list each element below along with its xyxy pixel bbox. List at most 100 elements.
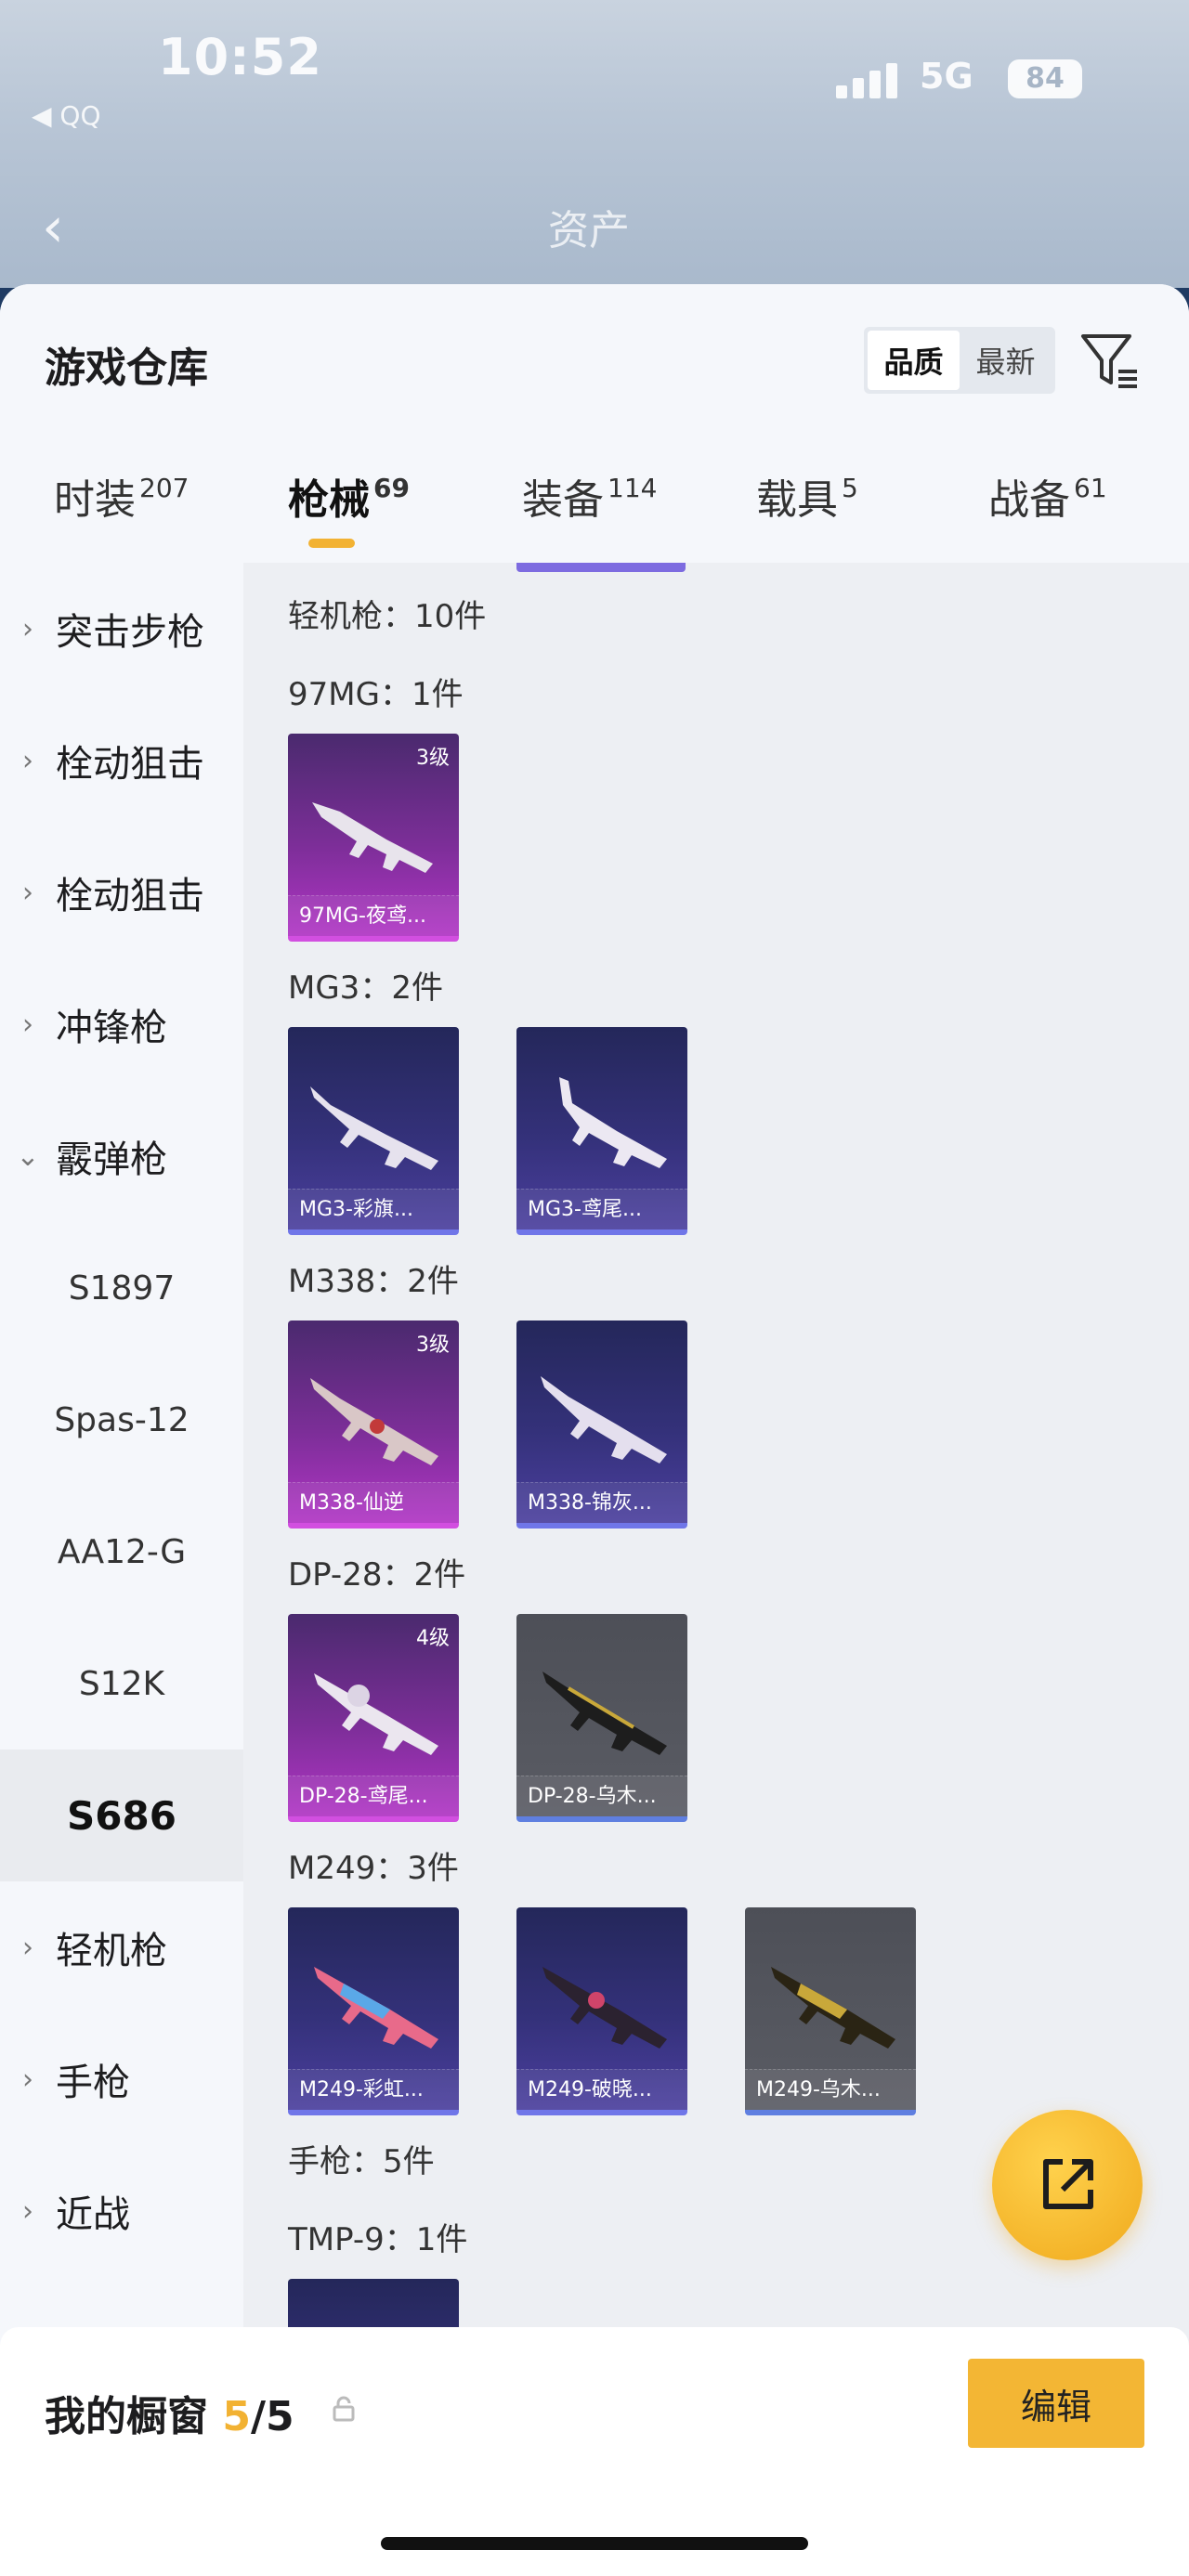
sidebar-sub-aa12g[interactable]: AA12-G [0,1486,243,1618]
sheet-title: 游戏仓库 [45,345,208,392]
back-to-app[interactable]: ◀ QQ [32,100,101,131]
chevron-right-icon: › [22,1008,33,1041]
group-heading: MG3：2件 [288,969,443,1007]
weapon-name: DP-28-鸢尾... [288,1776,459,1816]
showcase-total: /5 [250,2393,294,2440]
showcase-count: 5 [222,2393,251,2440]
chevron-right-icon: › [22,1931,33,1964]
gun-image [542,1967,667,2049]
weapon-name: M338-仙逆 [288,1482,459,1523]
tab-label: 战备 [988,476,1070,524]
weapon-type-sidebar: › 突击步枪 › 栓动狙击 › 栓动狙击 › 冲锋枪 ⌄ 霰弹枪 S1897 Spas-1… [0,563,243,2576]
sidebar-sub-s1897[interactable]: S1897 [0,1222,243,1354]
sidebar-item-smg[interactable]: › 冲锋枪 [0,958,243,1090]
sheet-header: 游戏仓库 品质 最新 时装 207 枪械 69 装备 114 载具 5 战备 61 [0,284,1189,563]
weapon-list[interactable]: 轻机枪：10件 97MG：1件 3级 97MG-夜鸢... MG3：2件 MG3… [243,563,1189,2576]
sidebar-item-label: 栓动狙击 [56,875,204,917]
weapon-name: M249-破晓... [516,2069,687,2110]
weapon-name: M249-乌木... [745,2069,916,2110]
weapon-card[interactable]: DP-28-乌木... [516,1614,687,1822]
active-tab-indicator [308,539,355,548]
level-badge: 3级 [416,1334,450,1357]
sidebar-sub-s686[interactable]: S686 [0,1750,243,1881]
warehouse-sheet: 游戏仓库 品质 最新 时装 207 枪械 69 装备 114 载具 5 战备 61 › 突击… [0,284,1189,2576]
status-area: 10:52 ◀ QQ 5G 84 ‹ 资产 [0,0,1189,288]
home-indicator[interactable] [381,2537,808,2550]
showcase-label: 我的橱窗 [45,2393,208,2440]
group-heading: TMP-9：1件 [288,2221,468,2258]
tab-vehicles[interactable]: 载具 5 [756,466,858,526]
sidebar-item-label: 手枪 [56,2062,130,2104]
group-heading: M249：3件 [288,1850,459,1887]
tab-label: 装备 [522,476,604,524]
chevron-right-icon: › [22,2062,33,2096]
sort-newest[interactable]: 最新 [960,331,1052,390]
gun-image [312,802,433,873]
weapon-card[interactable]: MG3-彩旗... [288,1027,459,1235]
tab-equipment[interactable]: 装备 114 [522,466,657,526]
sidebar-item-label: 近战 [56,2193,130,2236]
tab-firearms[interactable]: 枪械 69 [288,466,410,548]
section-heading: 手枪：5件 [288,2143,435,2180]
sort-quality[interactable]: 品质 [868,331,960,390]
weapon-card[interactable]: M249-乌木... [745,1907,916,2115]
sidebar-item-bolt-sniper[interactable]: › 栓动狙击 [0,695,243,826]
share-button[interactable] [992,2110,1143,2260]
sidebar-sub-s12k[interactable]: S12K [0,1618,243,1750]
sidebar-sub-spas12[interactable]: Spas-12 [0,1354,243,1486]
sidebar-item-assault-rifle[interactable]: › 突击步枪 [0,563,243,695]
tab-label: 枪械 [288,476,370,524]
sidebar-item-shotgun[interactable]: ⌄ 霰弹枪 [0,1090,243,1222]
sidebar-item-lmg[interactable]: › 轻机枪 [0,1881,243,2013]
level-badge: 3级 [416,747,450,770]
weapon-card[interactable]: 4级 DP-28-鸢尾... [288,1614,459,1822]
section-heading: 轻机枪：10件 [288,598,487,635]
tab-count: 5 [842,473,858,503]
tab-count: 69 [373,473,410,503]
tab-fashion[interactable]: 时装 207 [54,466,189,526]
weapon-card[interactable]: MG3-鸢尾... [516,1027,687,1235]
tab-label: 载具 [756,476,838,524]
weapon-name: MG3-鸢尾... [516,1189,687,1229]
lock-icon [333,2396,355,2422]
previous-card-edge [516,563,686,572]
weapon-card[interactable]: M249-破晓... [516,1907,687,2115]
sidebar-item-label: 霰弹枪 [56,1138,167,1181]
tab-gear[interactable]: 战备 61 [988,466,1107,526]
sidebar-item-label: 冲锋枪 [56,1007,167,1049]
filter-icon[interactable] [1078,329,1143,394]
sidebar-item-melee[interactable]: › 近战 [0,2145,243,2277]
page-title: 资产 [548,207,630,254]
signal-icon [836,61,901,98]
gun-image [541,1376,667,1464]
level-badge: 4级 [416,1627,450,1650]
share-icon [1043,2159,1093,2209]
chevron-right-icon: › [22,2194,33,2228]
battery-icon: 84 [1008,59,1082,98]
gun-image [771,1967,895,2049]
gun-image [542,1672,667,1755]
sidebar-item-bolt-sniper-2[interactable]: › 栓动狙击 [0,826,243,958]
chevron-right-icon: › [22,744,33,777]
chevron-right-icon: › [22,612,33,645]
weapon-card[interactable]: 3级 97MG-夜鸢... [288,734,459,942]
gun-image [559,1077,667,1168]
category-tabs: 时装 207 枪械 69 装备 114 载具 5 战备 61 [0,466,1189,559]
tab-count: 207 [139,473,189,503]
group-heading: M338：2件 [288,1263,459,1300]
group-heading: DP-28：2件 [288,1556,466,1594]
gun-image [314,1673,438,1755]
sidebar-item-label: 轻机枪 [56,1930,167,1972]
tab-count: 114 [608,473,658,503]
gun-image [310,1378,438,1465]
back-button[interactable]: ‹ [42,195,64,260]
weapon-card[interactable]: M249-彩虹... [288,1907,459,2115]
weapon-card[interactable]: 3级 M338-仙逆 [288,1321,459,1529]
weapon-name: MG3-彩旗... [288,1189,459,1229]
chevron-down-icon: ⌄ [16,1139,40,1173]
weapon-name: M249-彩虹... [288,2069,459,2110]
edit-button[interactable]: 编辑 [968,2359,1144,2448]
weapon-card[interactable]: M338-锦灰... [516,1321,687,1529]
tab-label: 时装 [54,476,136,524]
sidebar-item-pistol[interactable]: › 手枪 [0,2013,243,2145]
